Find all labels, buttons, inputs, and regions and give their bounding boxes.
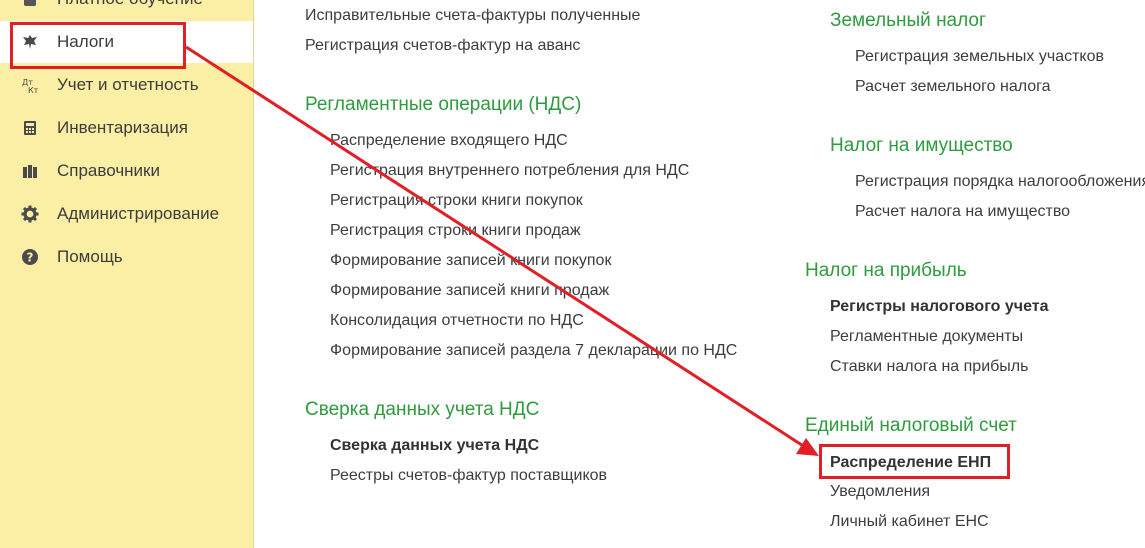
link-vat-ops-item[interactable]: Регистрация строки книги продаж <box>330 222 581 240</box>
sidebar-item-inventory[interactable]: Инвентаризация <box>0 107 253 149</box>
section-title-land-tax: Земельный налог <box>830 10 986 31</box>
sidebar-item-label: Помощь <box>57 247 123 266</box>
sidebar-item-label: Инвентаризация <box>57 118 188 137</box>
link-land-tax-item[interactable]: Расчет земельного налога <box>855 78 1051 96</box>
highlight-box-enp <box>819 444 1010 479</box>
link-profit-tax-item[interactable]: Регистры налогового учета <box>830 298 1048 316</box>
link-vat-ops-item[interactable]: Распределение входящего НДС <box>330 132 568 150</box>
link-profit-tax-item[interactable]: Ставки налога на прибыль <box>830 358 1028 376</box>
link-vat-ops-item[interactable]: Регистрация внутреннего потребления для … <box>330 162 689 180</box>
sidebar-item-references[interactable]: Справочники <box>0 150 253 192</box>
svg-text:?: ? <box>27 251 34 265</box>
link-profit-tax-item[interactable]: Регламентные документы <box>830 328 1023 346</box>
sidebar-item-label: Администрирование <box>57 204 220 223</box>
section-title-vat-operations: Регламентные операции (НДС) <box>305 94 582 115</box>
sidebar-item-accounting[interactable]: Дт Кт Учет и отчетность <box>0 64 253 106</box>
sidebar-item-administration[interactable]: Администрирование <box>0 193 253 235</box>
svg-text:Кт: Кт <box>28 86 39 94</box>
link-vat-check-item[interactable]: Сверка данных учета НДС <box>330 437 539 455</box>
link-vat-ops-item[interactable]: Регистрация строки книги покупок <box>330 192 583 210</box>
help-icon: ? <box>21 248 39 266</box>
sidebar-item-label: Учет и отчетность <box>57 75 199 94</box>
section-title-vat-check: Сверка данных учета НДС <box>305 399 540 420</box>
link-property-tax-item[interactable]: Расчет налога на имущество <box>855 203 1070 221</box>
sidebar-item-label: Платное обучение <box>57 0 203 9</box>
link-vat-ops-item[interactable]: Консолидация отчетности по НДС <box>330 312 584 330</box>
link-notifications[interactable]: Уведомления <box>830 483 930 501</box>
link-vat-ops-item[interactable]: Формирование записей книги покупок <box>330 252 611 270</box>
link-property-tax-item[interactable]: Регистрация порядка налогообложения <box>855 173 1145 191</box>
report-icon: Дт Кт <box>21 76 39 94</box>
link-vat-ops-item[interactable]: Формирование записей книги продаж <box>330 282 609 300</box>
gear-icon <box>21 205 39 223</box>
sidebar-item-help[interactable]: ? Помощь <box>0 236 253 278</box>
sidebar-item-paid-education[interactable]: Платное обучение <box>0 0 253 20</box>
books-icon <box>21 162 39 180</box>
link-advance-invoices-registration[interactable]: Регистрация счетов-фактур на аванс <box>305 37 580 55</box>
section-title-property-tax: Налог на имущество <box>830 135 1013 156</box>
section-title-single-tax-account: Единый налоговый счет <box>805 415 1017 436</box>
book-icon <box>21 0 39 8</box>
link-land-tax-item[interactable]: Регистрация земельных участков <box>855 48 1104 66</box>
highlight-box-taxes <box>10 22 186 69</box>
link-vat-check-item[interactable]: Реестры счетов-фактур поставщиков <box>330 467 607 485</box>
link-ens-cabinet[interactable]: Личный кабинет ЕНС <box>830 513 989 531</box>
inventory-icon <box>21 119 39 137</box>
section-title-profit-tax: Налог на прибыль <box>805 260 967 281</box>
sidebar: Платное обучение Налоги ДтКт Учет и отче… <box>0 0 254 548</box>
link-vat-ops-item[interactable]: Формирование записей раздела 7 деклараци… <box>330 342 737 360</box>
link-corrected-invoices-received[interactable]: Исправительные счета-фактуры полученные <box>305 7 640 25</box>
sidebar-item-label: Справочники <box>57 161 160 180</box>
